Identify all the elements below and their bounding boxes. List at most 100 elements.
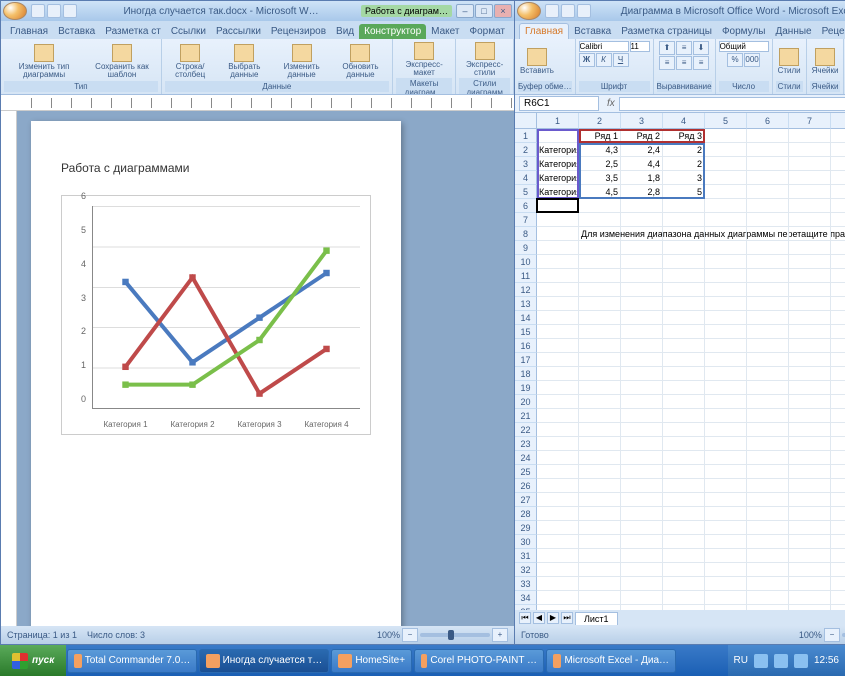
- maximize-button[interactable]: □: [475, 4, 493, 18]
- tab-insert[interactable]: Вставка: [53, 24, 100, 39]
- align-center-button[interactable]: ≡: [676, 56, 692, 70]
- zoom-value[interactable]: 100%: [377, 630, 400, 640]
- tab-view[interactable]: Вид: [331, 24, 359, 39]
- percent-button[interactable]: %: [727, 53, 743, 67]
- tab-chart-layout[interactable]: Макет: [426, 24, 464, 39]
- align-bot-button[interactable]: ⬇: [693, 41, 709, 55]
- tab-home[interactable]: Главная: [5, 24, 53, 39]
- row-headers[interactable]: 1234567891011121314151617181920212223242…: [515, 129, 537, 610]
- group-label-number: Число: [719, 81, 769, 92]
- qat-save-icon[interactable]: [545, 4, 559, 18]
- qat-redo-icon[interactable]: [63, 4, 77, 18]
- word-ribbon-tabs: Главная Вставка Разметка ст Ссылки Рассы…: [1, 21, 514, 39]
- chart-object[interactable]: 0123456 Категория 1 Категория 2 Категори…: [61, 195, 371, 435]
- tab-home[interactable]: Главная: [519, 23, 569, 39]
- taskbar-item[interactable]: HomeSite+: [331, 649, 412, 673]
- tab-layout[interactable]: Разметка ст: [100, 24, 166, 39]
- quick-styles-button[interactable]: Экспресс-стили: [459, 41, 510, 78]
- tab-mailings[interactable]: Рассылки: [211, 24, 266, 39]
- align-mid-button[interactable]: ≡: [676, 41, 692, 55]
- zoom-value[interactable]: 100%: [799, 630, 822, 640]
- thousands-button[interactable]: 000: [744, 53, 760, 67]
- start-button[interactable]: пуск: [0, 645, 66, 676]
- sheet-nav-last[interactable]: ⏭: [561, 612, 573, 624]
- cells-button[interactable]: Ячейки: [810, 47, 841, 76]
- vertical-ruler[interactable]: [1, 111, 17, 626]
- sheet-tab[interactable]: Лист1: [575, 612, 618, 625]
- taskbar-item[interactable]: Total Commander 7.0…: [67, 649, 197, 673]
- col-headers[interactable]: 123456789: [537, 113, 845, 129]
- align-right-button[interactable]: ≡: [693, 56, 709, 70]
- number-format-combo[interactable]: [719, 41, 769, 52]
- tab-format[interactable]: Формат: [464, 24, 510, 39]
- name-box[interactable]: R6C1: [519, 96, 599, 111]
- taskbar-item[interactable]: Microsoft Excel - Диа…: [546, 649, 676, 673]
- chart-y-ticks: 0123456: [62, 206, 90, 409]
- group-label-font: Шрифт: [579, 81, 650, 92]
- styles-button[interactable]: Стили: [776, 47, 803, 76]
- app-icon: [74, 654, 81, 668]
- tab-insert[interactable]: Вставка: [569, 24, 616, 39]
- sheet-nav-next[interactable]: ▶: [547, 612, 559, 624]
- doc-heading: Работа с диаграммами: [61, 161, 371, 175]
- font-combo[interactable]: [579, 41, 629, 52]
- tray-icon[interactable]: [754, 654, 768, 668]
- tab-formulas[interactable]: Формулы: [717, 24, 771, 39]
- qat-undo-icon[interactable]: [47, 4, 61, 18]
- qat-undo-icon[interactable]: [561, 4, 575, 18]
- zoom-slider[interactable]: [420, 633, 490, 637]
- zoom-in-button[interactable]: +: [492, 628, 508, 642]
- tray-icon[interactable]: [794, 654, 808, 668]
- align-top-button[interactable]: ⬆: [659, 41, 675, 55]
- sheet-nav-prev[interactable]: ◀: [533, 612, 545, 624]
- bold-button[interactable]: Ж: [579, 53, 595, 67]
- select-data-button[interactable]: Выбрать данные: [217, 43, 271, 80]
- tab-review[interactable]: Рецензирование: [817, 24, 845, 39]
- group-label-data: Данные: [165, 81, 389, 92]
- horizontal-ruler[interactable]: [1, 95, 514, 111]
- tab-design[interactable]: Конструктор: [359, 24, 426, 39]
- edit-data-button[interactable]: Изменить данные: [273, 43, 330, 80]
- change-chart-type-button[interactable]: Изменить тип диаграммы: [4, 43, 84, 80]
- status-words[interactable]: Число слов: 3: [87, 630, 145, 640]
- refresh-data-button[interactable]: Обновить данные: [332, 43, 389, 80]
- paste-button[interactable]: Вставить: [518, 47, 556, 76]
- document-scroll-area[interactable]: Работа с диаграммами 0123456 Категория 1…: [17, 111, 514, 626]
- sheet-nav-first[interactable]: ⏮: [519, 612, 531, 624]
- clock[interactable]: 12:56: [814, 655, 839, 666]
- quick-layout-button[interactable]: Экспресс-макет: [396, 41, 452, 78]
- align-left-button[interactable]: ≡: [659, 56, 675, 70]
- group-label-cells: Ячейки: [810, 81, 841, 92]
- zoom-out-button[interactable]: −: [824, 628, 840, 642]
- tab-review[interactable]: Рецензиров: [266, 24, 331, 39]
- taskbar-item[interactable]: Corel PHOTO-PAINT …: [414, 649, 544, 673]
- qat-redo-icon[interactable]: [577, 4, 591, 18]
- taskbar-item[interactable]: Иногда случается т…: [199, 649, 329, 673]
- font-size-combo[interactable]: [630, 41, 650, 52]
- underline-button[interactable]: Ч: [613, 53, 629, 67]
- tray-icon[interactable]: [774, 654, 788, 668]
- language-indicator[interactable]: RU: [734, 655, 748, 666]
- close-button[interactable]: ×: [494, 4, 512, 18]
- italic-button[interactable]: К: [596, 53, 612, 67]
- app-icon: [553, 654, 561, 668]
- save-as-template-button[interactable]: Сохранить как шаблон: [86, 43, 158, 80]
- document-page: Работа с диаграммами 0123456 Категория 1…: [31, 121, 401, 626]
- qat-save-icon[interactable]: [31, 4, 45, 18]
- windows-flag-icon: [12, 653, 28, 669]
- office-button[interactable]: [3, 2, 27, 20]
- formula-bar[interactable]: [619, 97, 845, 111]
- excel-ribbon-tabs: Главная Вставка Разметка страницы Формул…: [515, 21, 845, 39]
- sheet-area[interactable]: 1234567891011121314151617181920212223242…: [515, 129, 845, 610]
- minimize-button[interactable]: –: [456, 4, 474, 18]
- formula-bar-row: R6C1 fx: [515, 95, 845, 113]
- office-button[interactable]: [517, 2, 541, 20]
- status-page[interactable]: Страница: 1 из 1: [7, 630, 77, 640]
- fx-icon[interactable]: fx: [607, 98, 615, 109]
- tab-data[interactable]: Данные: [770, 24, 816, 39]
- tab-references[interactable]: Ссылки: [166, 24, 211, 39]
- zoom-out-button[interactable]: −: [402, 628, 418, 642]
- select-all-corner[interactable]: [515, 113, 537, 129]
- tab-page-layout[interactable]: Разметка страницы: [616, 24, 717, 39]
- switch-row-col-button[interactable]: Строка/столбец: [165, 43, 216, 80]
